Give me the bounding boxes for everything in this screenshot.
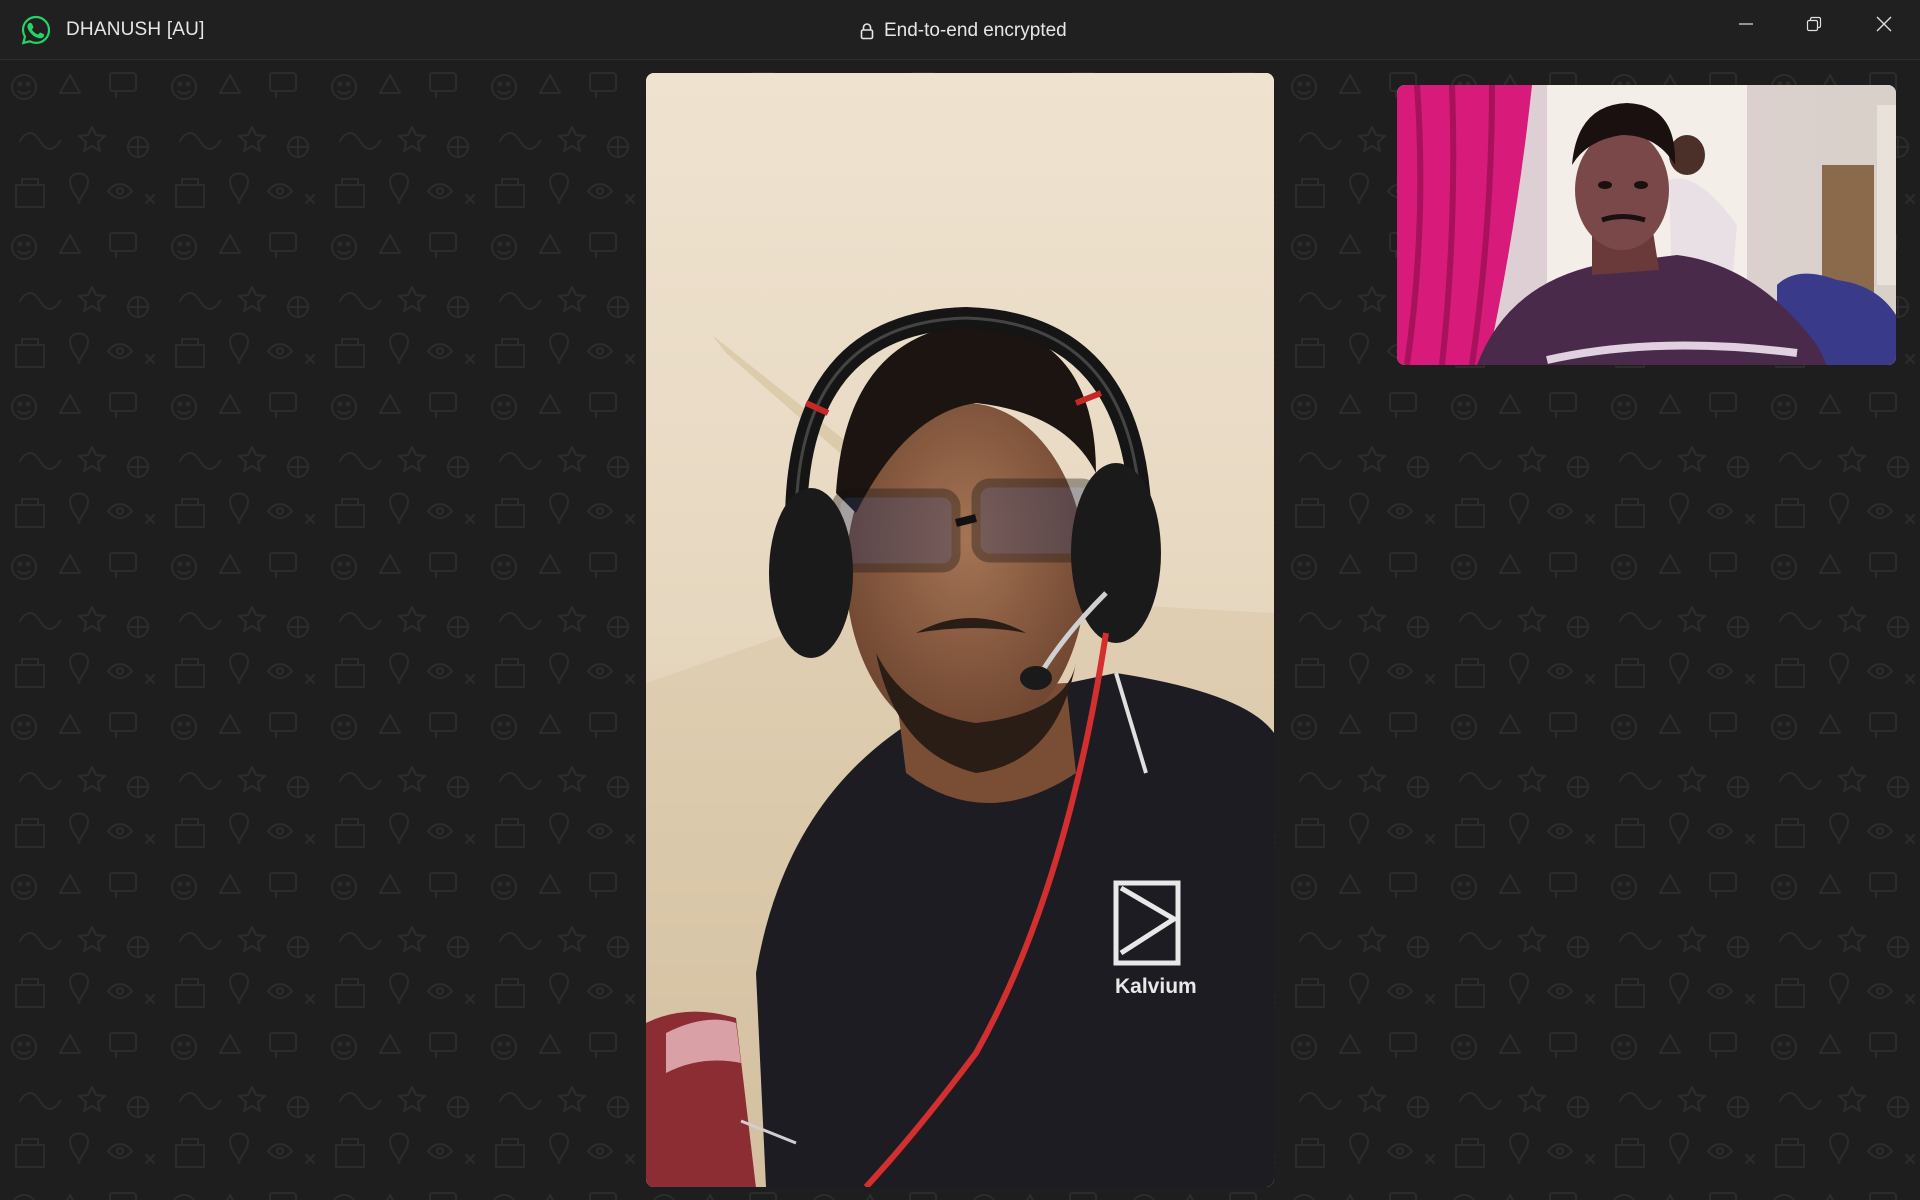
self-video-frame bbox=[1397, 85, 1896, 365]
whatsapp-call-window: DHANUSH [AU] End-to-end encrypted Kalviu… bbox=[0, 0, 1920, 1200]
video-call-area: Kalvium bbox=[0, 61, 1920, 1200]
close-icon bbox=[1876, 16, 1892, 32]
restore-icon bbox=[1806, 16, 1822, 32]
remote-participant-video[interactable]: Kalvium bbox=[646, 73, 1274, 1187]
encryption-status[interactable]: End-to-end encrypted bbox=[860, 19, 1067, 43]
minimize-button[interactable] bbox=[1712, 0, 1780, 48]
lock-icon bbox=[860, 23, 874, 40]
minimize-icon bbox=[1739, 23, 1753, 25]
contact-name: DHANUSH [AU] bbox=[66, 19, 205, 40]
title-bar[interactable]: DHANUSH [AU] End-to-end encrypted bbox=[0, 0, 1920, 60]
self-camera-preview[interactable] bbox=[1397, 85, 1896, 365]
remote-video-frame: Kalvium bbox=[646, 73, 1274, 1187]
whatsapp-logo-icon bbox=[21, 15, 51, 45]
shirt-logo-text: Kalvium bbox=[1115, 975, 1197, 998]
restore-button[interactable] bbox=[1780, 0, 1848, 48]
encryption-label: End-to-end encrypted bbox=[884, 20, 1067, 41]
close-button[interactable] bbox=[1850, 0, 1918, 48]
